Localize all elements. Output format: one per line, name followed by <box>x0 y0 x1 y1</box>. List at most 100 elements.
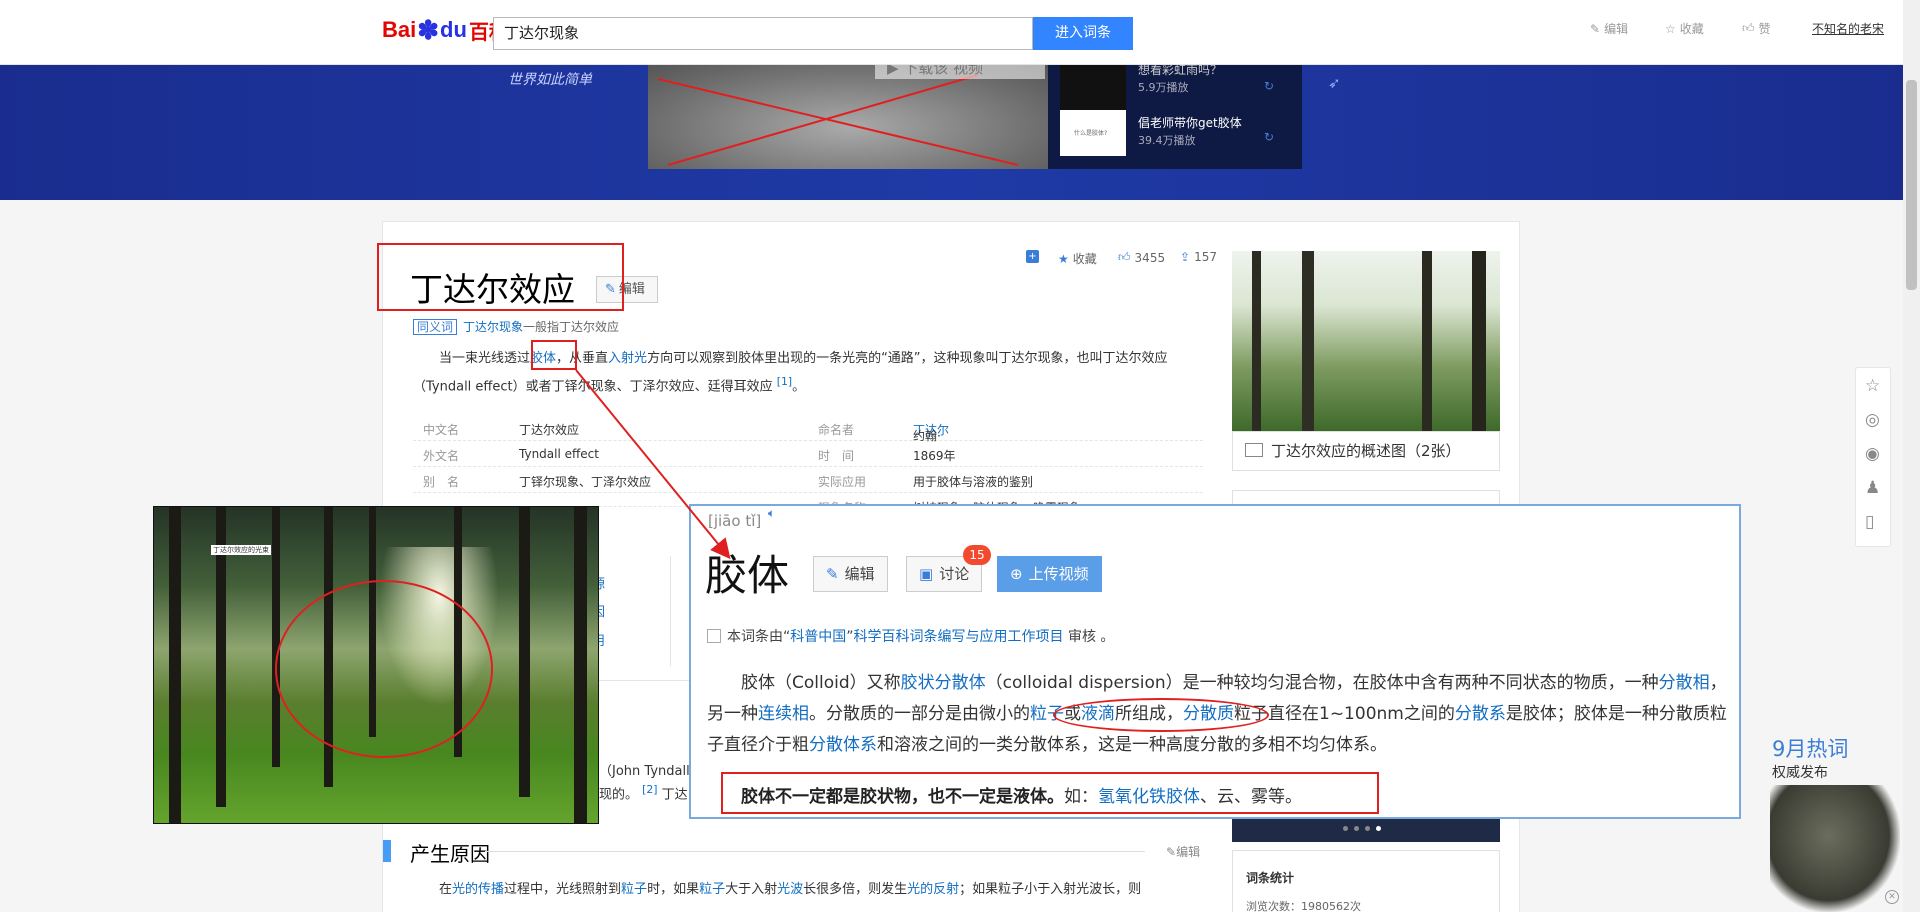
share-icon[interactable]: ↻ <box>1264 130 1274 144</box>
speaker-icon[interactable]: 🔈︎ <box>768 506 775 521</box>
science-china-link[interactable]: 科普中国 <box>790 629 846 645</box>
hot-words-subtitle: 权威发布 <box>1772 765 1828 781</box>
carousel-dot[interactable] <box>1343 826 1348 831</box>
banner: 世界如此简单 想看彩虹雨吗？ 5.9万播放 ↻ 什么是胶体? 倡老师带你get胶… <box>0 63 1903 200</box>
incident-light-link[interactable]: 入射光 <box>608 351 647 366</box>
section-edit-label: 编辑 <box>1176 845 1201 859</box>
video-player[interactable] <box>648 65 1048 169</box>
info-key: 别 名 <box>423 475 460 489</box>
continuous-phase-link[interactable]: 连续相 <box>758 704 809 724</box>
note-bold: 胶体不一定都是胶状物，也不一定是液体。 <box>741 787 1064 807</box>
wand-icon[interactable]: ➶ <box>1328 74 1341 92</box>
dispersion-system-link[interactable]: 分散系 <box>1455 704 1506 724</box>
body-text: 胶体（Colloid）又称 <box>741 673 901 693</box>
oval-annotation <box>1053 698 1269 732</box>
popup-title: 胶体 <box>705 551 790 600</box>
section-edit-button[interactable]: ✎编辑 <box>1166 843 1200 860</box>
star-icon[interactable]: ☆ <box>1865 376 1880 396</box>
info-key: 时 间 <box>818 449 855 463</box>
baike-logo[interactable]: Bai ✽ du 百科 <box>382 12 509 48</box>
page-scrollbar[interactable] <box>1903 0 1920 912</box>
info-value: Tyndall effect <box>519 447 599 461</box>
add-button[interactable]: + <box>1026 250 1039 263</box>
enter-entry-button[interactable]: 进入词条 <box>1033 17 1133 50</box>
science-project-link[interactable]: 科学百科词条编写与应用工作项目 <box>854 629 1064 645</box>
body-text: ；如果粒子小于入射光波长，则 <box>959 882 1142 897</box>
scrollbar-thumb[interactable] <box>1906 80 1917 290</box>
related-video-item[interactable]: 想看彩虹雨吗？ 5.9万播放 ↻ <box>1060 63 1296 115</box>
mobile-icon[interactable]: ▯ <box>1865 512 1874 532</box>
video-count: 39.4万播放 <box>1138 134 1196 147</box>
dispersed-phase-link[interactable]: 分散相 <box>1659 673 1710 693</box>
star-icon: ☆ <box>1665 21 1676 36</box>
slogan: 世界如此简单 <box>508 72 592 88</box>
red-x-annotation <box>657 74 1019 166</box>
note-text: 如： <box>1064 787 1098 807</box>
tree-trunk <box>1422 251 1432 431</box>
pinyin: [jiāo tǐ] <box>708 512 762 530</box>
entry-views: 浏览次数：1980562次 <box>1246 900 1361 912</box>
thumb-up-icon: 👍︎ <box>1118 250 1131 264</box>
info-value: 用于胶体与溶液的鉴别 <box>913 475 1034 489</box>
document-icon <box>707 629 721 643</box>
qq-icon[interactable]: ♟ <box>1865 478 1880 498</box>
top-like-link[interactable]: 👍︎ 赞 <box>1742 20 1771 37</box>
light-propagation-link[interactable]: 光的传播 <box>452 882 504 897</box>
info-key: 外文名 <box>423 449 460 463</box>
share-count: 157 <box>1194 250 1217 264</box>
top-edit-link[interactable]: ✎ 编辑 <box>1590 20 1628 37</box>
top-like-label: 赞 <box>1758 22 1771 36</box>
body-text: 时，如果 <box>647 882 700 897</box>
synonym-text: 一般指丁达尔效应 <box>523 320 620 334</box>
carousel-dot[interactable] <box>1376 826 1381 831</box>
dispersion-system-link[interactable]: 分散体系 <box>809 735 877 755</box>
light-wave-link[interactable]: 光波 <box>777 882 803 897</box>
video-count: 5.9万播放 <box>1138 81 1189 94</box>
user-name-link[interactable]: 不知名的老宋 <box>1812 20 1884 37</box>
soldier-mascot[interactable] <box>1770 785 1900 912</box>
synonym-line: 同义词 丁达尔现象一般指丁达尔效应 <box>413 318 619 335</box>
ferric-hydroxide-colloid-link[interactable]: 氢氧化铁胶体 <box>1098 787 1200 807</box>
section-title: 产生原因 <box>410 842 490 866</box>
body-text: 在 <box>439 882 453 897</box>
summary-image[interactable] <box>1232 251 1500 431</box>
share-button[interactable]: ⇪ 157 <box>1180 250 1217 264</box>
top-favorite-link[interactable]: ☆ 收藏 <box>1665 20 1704 37</box>
search-input[interactable]: 丁达尔现象 <box>493 17 1033 50</box>
particle-link[interactable]: 粒子 <box>699 882 725 897</box>
popup-edit-button[interactable]: ✎ 编辑 <box>813 556 888 592</box>
share-icon: ⇪ <box>1180 250 1191 264</box>
image-caption[interactable]: 丁达尔效应的概述图（2张） <box>1232 431 1500 471</box>
weibo-icon[interactable]: ◎ <box>1865 410 1880 430</box>
related-videos: 想看彩虹雨吗？ 5.9万播放 ↻ 什么是胶体? 倡老师带你get胶体 39.4万… <box>1048 63 1302 169</box>
carousel-dot[interactable] <box>1365 826 1370 831</box>
synonym-tag: 同义词 <box>413 319 458 335</box>
carousel-dots <box>1343 826 1381 831</box>
reference-marker[interactable]: [2] <box>642 783 657 796</box>
share-icon[interactable]: ↻ <box>1264 79 1274 93</box>
top-bar: Bai ✽ du 百科 丁达尔现象 进入词条 ✎ 编辑 ☆ 收藏 👍︎ 赞 不知名的老宋 <box>0 0 1903 65</box>
colloidal-dispersion-link[interactable]: 胶状分散体 <box>901 673 986 693</box>
like-button[interactable]: 👍︎ 3455 <box>1118 250 1165 265</box>
info-value: 丁达尔效应 <box>519 423 580 437</box>
related-video-item[interactable]: 什么是胶体? 倡老师带你get胶体 39.4万播放 ↻ <box>1060 110 1296 160</box>
close-icon[interactable]: ✕ <box>1885 890 1899 904</box>
popup-edit-label: 编辑 <box>844 565 875 583</box>
carousel-dot[interactable] <box>1354 826 1359 831</box>
body-text-fragment: 现的。 [2] 丁达 <box>599 783 688 802</box>
light-reflection-link[interactable]: 光的反射 <box>907 882 959 897</box>
video-thumbnail: 什么是胶体? <box>1060 110 1126 156</box>
body-text-fragment: （John Tyndall 1 <box>599 764 703 779</box>
reference-marker[interactable]: [1] <box>777 375 792 388</box>
favorite-button[interactable]: ★ 收藏 <box>1058 250 1097 267</box>
wechat-icon[interactable]: ◉ <box>1865 444 1880 464</box>
body-text: 长很多倍，则发生 <box>803 882 908 897</box>
body-text: 。分散质的一部分是由微小的 <box>809 704 1030 724</box>
thumb-up-icon: 👍︎ <box>1742 21 1755 35</box>
hot-words-title[interactable]: 9月热词 <box>1772 733 1848 763</box>
particle-link[interactable]: 粒子 <box>621 882 647 897</box>
upload-video-button[interactable]: ⊕ 上传视频 <box>997 556 1102 592</box>
video-title: 倡老师带你get胶体 <box>1138 116 1242 130</box>
star-icon: ★ <box>1058 251 1069 266</box>
synonym-link[interactable]: 丁达尔现象 <box>463 320 523 334</box>
